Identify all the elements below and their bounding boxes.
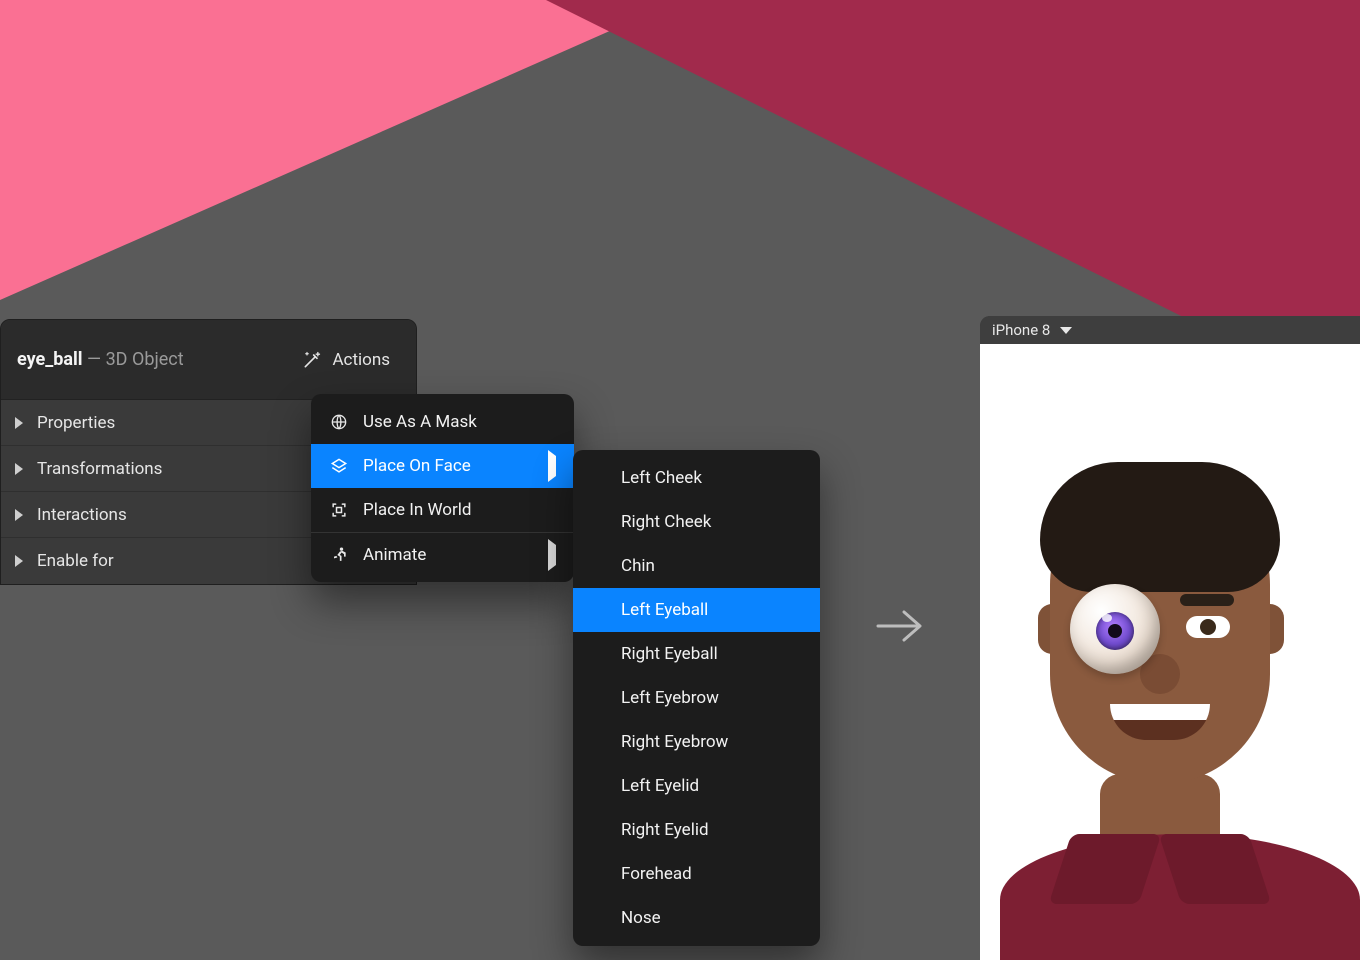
submenu-label: Right Eyelid (621, 820, 709, 840)
disclosure-icon (15, 417, 23, 429)
layers-icon (329, 456, 349, 476)
preview-face-illustration (1010, 454, 1330, 874)
device-preview: iPhone 8 (980, 316, 1360, 960)
submenu-item-nose[interactable]: Nose (573, 896, 820, 940)
submenu-item-left-eyebrow[interactable]: Left Eyebrow (573, 676, 820, 720)
submenu-label: Forehead (621, 864, 692, 884)
disclosure-icon (15, 509, 23, 521)
inspector-header: eye_ball — 3D Object Actions (1, 320, 416, 400)
menu-item-label: Animate (363, 545, 426, 565)
actions-menu: Use As A Mask Place On Face Place In Wor… (311, 394, 574, 582)
submenu-label: Chin (621, 556, 655, 576)
submenu-item-left-eyeball[interactable]: Left Eyeball (573, 588, 820, 632)
submenu-label: Left Eyelid (621, 776, 699, 796)
menu-item-animate[interactable]: Animate (311, 532, 574, 576)
run-icon (329, 545, 349, 565)
face-anchor-submenu: Left Cheek Right Cheek Chin Left Eyeball… (573, 450, 820, 946)
actions-button[interactable]: Actions (292, 344, 400, 376)
menu-item-label: Use As A Mask (363, 412, 477, 432)
submenu-label: Right Cheek (621, 512, 711, 532)
section-label: Transformations (37, 459, 162, 479)
menu-item-use-as-mask[interactable]: Use As A Mask (311, 400, 574, 444)
disclosure-icon (15, 555, 23, 567)
section-label: Properties (37, 413, 115, 433)
object-title: eye_ball — 3D Object (17, 349, 184, 370)
submenu-item-right-eyeball[interactable]: Right Eyeball (573, 632, 820, 676)
submenu-label: Left Cheek (621, 468, 702, 488)
submenu-label: Right Eyeball (621, 644, 718, 664)
submenu-label: Left Eyeball (621, 600, 708, 620)
frame-icon (329, 500, 349, 520)
menu-item-label: Place On Face (363, 456, 471, 476)
chevron-down-icon (1060, 327, 1072, 334)
submenu-item-right-cheek[interactable]: Right Cheek (573, 500, 820, 544)
submenu-item-left-eyelid[interactable]: Left Eyelid (573, 764, 820, 808)
section-label: Interactions (37, 505, 127, 525)
submenu-item-right-eyelid[interactable]: Right Eyelid (573, 808, 820, 852)
wand-icon (302, 350, 322, 370)
submenu-caret (548, 456, 556, 476)
menu-item-place-on-face[interactable]: Place On Face (311, 444, 574, 488)
submenu-item-right-eyebrow[interactable]: Right Eyebrow (573, 720, 820, 764)
device-selector[interactable]: iPhone 8 (980, 316, 1360, 344)
submenu-item-chin[interactable]: Chin (573, 544, 820, 588)
device-screen (980, 344, 1360, 960)
disclosure-icon (15, 463, 23, 475)
submenu-label: Nose (621, 908, 661, 928)
submenu-item-left-cheek[interactable]: Left Cheek (573, 456, 820, 500)
object-type: 3D Object (106, 349, 184, 370)
submenu-label: Right Eyebrow (621, 732, 728, 752)
section-label: Enable for (37, 551, 114, 571)
result-arrow-icon (874, 604, 928, 652)
globe-icon (329, 412, 349, 432)
object-type-prefix: — (83, 349, 106, 370)
submenu-label: Left Eyebrow (621, 688, 719, 708)
object-name: eye_ball (17, 349, 83, 370)
device-name: iPhone 8 (992, 321, 1050, 339)
submenu-item-forehead[interactable]: Forehead (573, 852, 820, 896)
actions-label: Actions (332, 350, 390, 370)
menu-item-place-in-world[interactable]: Place In World (311, 488, 574, 532)
submenu-caret (548, 545, 556, 565)
eye-ball-3d-object (1070, 584, 1160, 674)
menu-item-label: Place In World (363, 500, 471, 520)
